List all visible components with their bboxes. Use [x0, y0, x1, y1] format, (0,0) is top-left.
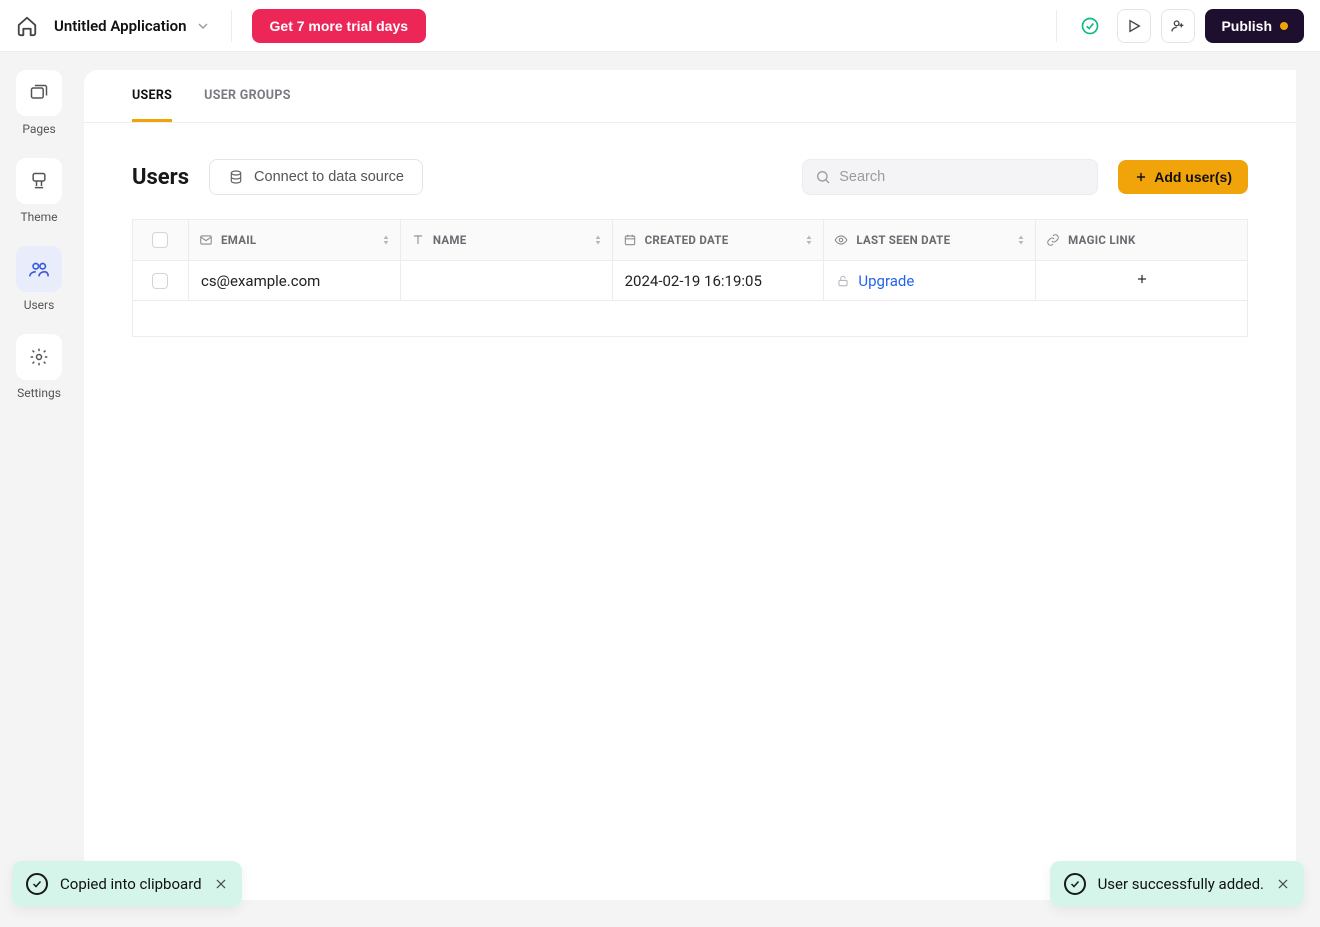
sort-icon[interactable] [380, 234, 392, 246]
sort-icon[interactable] [592, 234, 604, 246]
upgrade-link[interactable]: Upgrade [858, 272, 914, 290]
chevron-down-icon[interactable] [195, 18, 211, 34]
cell-name [400, 261, 612, 301]
publish-button[interactable]: Publish [1205, 9, 1304, 43]
add-user-button[interactable]: Add user(s) [1118, 160, 1248, 194]
sidebar-item-settings[interactable]: Settings [16, 334, 62, 400]
check-circle-icon [1064, 873, 1086, 895]
gear-icon [16, 334, 62, 380]
sidebar-item-users[interactable]: Users [16, 246, 62, 312]
home-icon[interactable] [16, 15, 38, 37]
main-panel: USERS USER GROUPS Users Connect to data … [84, 70, 1296, 900]
select-all-checkbox[interactable] [152, 232, 168, 248]
publish-label: Publish [1221, 18, 1272, 34]
column-label: MAGIC LINK [1068, 233, 1135, 247]
connect-label: Connect to data source [254, 169, 404, 185]
select-all-column [133, 220, 189, 261]
database-icon [228, 169, 244, 185]
column-created-date[interactable]: CREATED DATE [612, 220, 824, 261]
page-title: Users [132, 165, 189, 190]
column-label: EMAIL [221, 233, 256, 247]
tabs: USERS USER GROUPS [84, 70, 1296, 123]
toast-message: User successfully added. [1098, 875, 1264, 893]
search-input-wrapper[interactable] [802, 159, 1098, 195]
sidebar-item-pages[interactable]: Pages [16, 70, 62, 136]
table-row: cs@example.com 2024-02-19 16:19:05 Upgra… [133, 261, 1248, 301]
sort-icon[interactable] [803, 234, 815, 246]
cell-email: cs@example.com [188, 261, 400, 301]
sidebar-item-label: Users [24, 298, 55, 312]
toast-clipboard: Copied into clipboard [12, 861, 242, 907]
sidebar-item-label: Theme [20, 210, 57, 224]
table-empty-row [133, 301, 1248, 337]
column-label: LAST SEEN DATE [856, 233, 950, 247]
users-icon [16, 246, 62, 292]
close-icon[interactable] [1276, 877, 1290, 891]
row-checkbox[interactable] [152, 273, 168, 289]
section-header: Users Connect to data source Add user(s) [84, 123, 1296, 219]
column-name[interactable]: NAME [400, 220, 612, 261]
status-dot-icon [1280, 22, 1288, 30]
sidebar-item-theme[interactable]: Theme [16, 158, 62, 224]
lock-open-icon [836, 274, 850, 288]
cell-created: 2024-02-19 16:19:05 [612, 261, 824, 301]
cell-last-seen: Upgrade [824, 261, 1036, 301]
status-ok-icon[interactable] [1073, 9, 1107, 43]
plus-icon [1134, 170, 1148, 184]
search-input[interactable] [839, 169, 1085, 185]
column-label: NAME [433, 233, 467, 247]
users-table: EMAIL NAME CREATED D [132, 219, 1248, 337]
calendar-icon [623, 233, 637, 247]
search-icon [815, 169, 831, 185]
divider [1056, 10, 1057, 42]
check-circle-icon [26, 873, 48, 895]
trial-button[interactable]: Get 7 more trial days [252, 9, 427, 43]
share-user-button[interactable] [1161, 9, 1195, 43]
column-magic-link: MAGIC LINK [1036, 220, 1248, 261]
divider [231, 10, 232, 42]
column-email[interactable]: EMAIL [188, 220, 400, 261]
theme-icon [16, 158, 62, 204]
add-user-label: Add user(s) [1154, 169, 1232, 185]
sidebar-item-label: Pages [22, 122, 55, 136]
toast-user-added: User successfully added. [1050, 861, 1304, 907]
tab-users[interactable]: USERS [132, 88, 172, 122]
sidebar-item-label: Settings [17, 386, 61, 400]
close-icon[interactable] [214, 877, 228, 891]
tab-user-groups[interactable]: USER GROUPS [204, 88, 291, 122]
pages-icon [16, 70, 62, 116]
topbar: Untitled Application Get 7 more trial da… [0, 0, 1320, 52]
column-label: CREATED DATE [645, 233, 729, 247]
eye-icon [834, 233, 848, 247]
sidebar: Pages Theme Users Settings [0, 52, 78, 927]
preview-button[interactable] [1117, 9, 1151, 43]
sort-icon[interactable] [1015, 234, 1027, 246]
toast-message: Copied into clipboard [60, 875, 202, 893]
add-magic-link-button[interactable] [1135, 272, 1149, 286]
cell-magic-link [1036, 261, 1248, 301]
link-icon [1046, 233, 1060, 247]
column-last-seen[interactable]: LAST SEEN DATE [824, 220, 1036, 261]
mail-icon [199, 233, 213, 247]
text-icon [411, 233, 425, 247]
app-title[interactable]: Untitled Application [54, 17, 187, 35]
connect-data-source-button[interactable]: Connect to data source [209, 159, 423, 195]
